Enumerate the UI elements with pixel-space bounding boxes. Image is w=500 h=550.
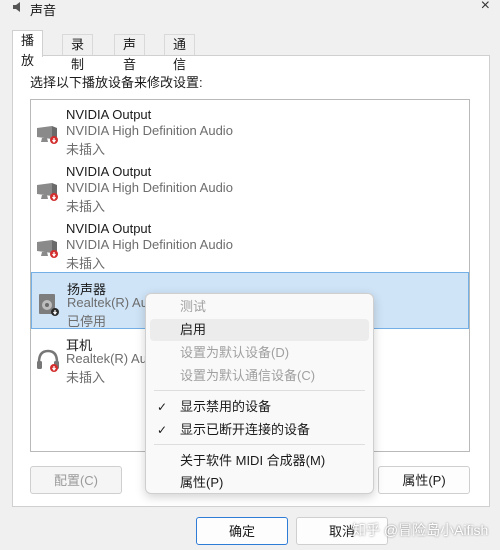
menu-separator xyxy=(154,390,365,391)
menu-item-show-disabled[interactable]: ✓ 显示禁用的设备 xyxy=(150,396,369,418)
menu-item-properties[interactable]: 属性(P) xyxy=(150,472,369,494)
menu-item-label: 显示已断开连接的设备 xyxy=(180,422,311,437)
tab-recording[interactable]: 录制 xyxy=(62,34,94,72)
speaker-icon xyxy=(12,1,24,16)
tab-sounds[interactable]: 声音 xyxy=(114,34,146,72)
menu-item-set-default[interactable]: 设置为默认设备(D) xyxy=(150,342,369,364)
menu-item-show-disconnected[interactable]: ✓ 显示已断开连接的设备 xyxy=(150,419,369,441)
menu-item-label: 启用 xyxy=(180,322,207,337)
menu-item-set-default-comm[interactable]: 设置为默认通信设备(C) xyxy=(150,365,369,387)
menu-item-label: 关于软件 MIDI 合成器(M) xyxy=(180,453,326,468)
speaker-icon xyxy=(36,291,62,317)
ok-button[interactable]: 确定 xyxy=(196,517,288,545)
watermark: 知乎 @冒险岛小Aifish xyxy=(352,522,489,538)
window-title: 声音 xyxy=(30,3,57,18)
device-name: NVIDIA Output xyxy=(66,221,152,236)
close-button[interactable]: × xyxy=(481,0,490,15)
context-menu: 测试 启用 设置为默认设备(D) 设置为默认通信设备(C) ✓ 显示禁用的设备 … xyxy=(145,293,374,494)
checkmark-icon: ✓ xyxy=(157,423,168,437)
device-status: 未插入 xyxy=(66,199,106,214)
menu-item-test[interactable]: 测试 xyxy=(150,296,369,318)
device-status: 未插入 xyxy=(66,142,106,157)
device-driver: NVIDIA High Definition Audio xyxy=(66,237,233,252)
device-name: NVIDIA Output xyxy=(66,107,152,122)
device-status: 未插入 xyxy=(66,370,106,385)
monitor-speaker-icon xyxy=(35,176,61,202)
menu-item-label: 显示禁用的设备 xyxy=(180,399,272,414)
device-item[interactable]: NVIDIA Output NVIDIA High Definition Aud… xyxy=(31,215,469,272)
menu-item-label: 属性(P) xyxy=(180,475,224,490)
device-item[interactable]: NVIDIA Output NVIDIA High Definition Aud… xyxy=(31,101,469,158)
menu-item-enable[interactable]: 启用 xyxy=(150,319,369,341)
menu-item-about-midi[interactable]: 关于软件 MIDI 合成器(M) xyxy=(150,450,369,472)
properties-button[interactable]: 属性(P) xyxy=(378,466,470,494)
menu-item-label: 测试 xyxy=(180,299,207,314)
instruction-label: 选择以下播放设备来修改设置: xyxy=(30,75,203,90)
device-status: 未插入 xyxy=(66,256,106,271)
monitor-speaker-icon xyxy=(35,233,61,259)
device-driver: Realtek(R) Au xyxy=(67,295,148,310)
checkmark-icon: ✓ xyxy=(157,400,168,414)
title-bar: 声音 × xyxy=(0,0,500,18)
menu-item-label: 设置为默认通信设备(C) xyxy=(180,368,316,383)
device-driver: NVIDIA High Definition Audio xyxy=(66,123,233,138)
device-name: NVIDIA Output xyxy=(66,164,152,179)
device-status: 已停用 xyxy=(67,314,107,329)
tab-communications[interactable]: 通信 xyxy=(164,34,196,72)
monitor-speaker-icon xyxy=(35,119,61,145)
tab-playback[interactable]: 播放 xyxy=(12,30,44,68)
headphones-icon xyxy=(35,347,61,373)
menu-separator xyxy=(154,444,365,445)
device-driver: NVIDIA High Definition Audio xyxy=(66,180,233,195)
device-driver: Realtek(R) Au xyxy=(66,351,147,366)
menu-item-label: 设置为默认设备(D) xyxy=(180,345,290,360)
configure-button[interactable]: 配置(C) xyxy=(30,466,122,494)
device-item[interactable]: NVIDIA Output NVIDIA High Definition Aud… xyxy=(31,158,469,215)
